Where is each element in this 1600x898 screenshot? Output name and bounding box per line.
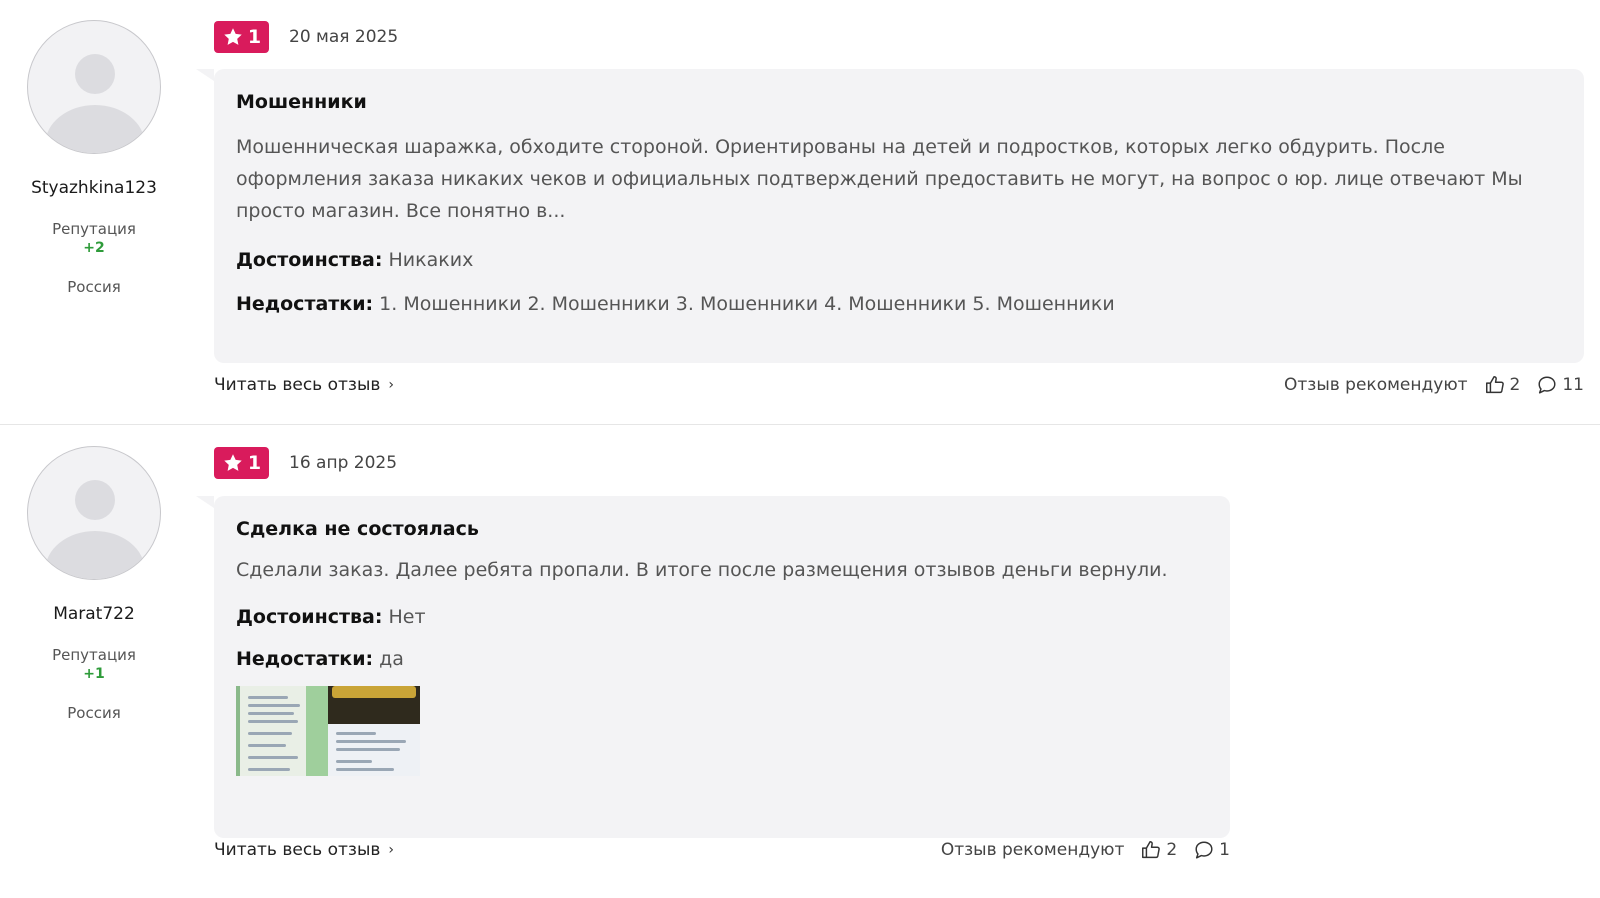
chevron-right-icon: ›	[388, 842, 394, 858]
review-text: Сделали заказ. Далее ребята пропали. В и…	[236, 559, 1168, 581]
avatar[interactable]	[27, 446, 161, 580]
comments-button[interactable]: 1	[1193, 839, 1230, 861]
review-attachments	[236, 686, 1208, 776]
review-footer: Читать весь отзыв › Отзыв рекомендуют 2 …	[214, 838, 1230, 862]
pros-label: Достоинства:	[236, 606, 383, 628]
review-cons: Недостатки: 1. Мошенники 2. Мошенники 3.…	[236, 293, 1562, 315]
rating-badge: 1	[214, 21, 269, 53]
author-username[interactable]: Marat722	[0, 604, 188, 624]
read-full-review-link[interactable]: Читать весь отзыв ›	[214, 840, 394, 860]
star-icon	[224, 28, 242, 45]
review-footer: Читать весь отзыв › Отзыв рекомендуют 2 …	[214, 373, 1584, 397]
comment-count: 11	[1562, 375, 1584, 395]
review-title[interactable]: Мошенники	[236, 91, 1562, 113]
pros-label: Достоинства:	[236, 249, 383, 271]
comments-button[interactable]: 11	[1536, 374, 1584, 396]
read-more-label: Читать весь отзыв	[214, 375, 381, 395]
recommend-label: Отзыв рекомендуют	[940, 840, 1125, 860]
review-card: Сделка не состоялась Сделали заказ. Дале…	[196, 496, 1230, 838]
reputation-value: +1	[83, 666, 105, 682]
chevron-right-icon: ›	[388, 377, 394, 393]
review-actions: Отзыв рекомендуют 2 1	[941, 839, 1230, 861]
thumbs-up-icon	[1142, 841, 1161, 859]
review-item: Styazhkina123 Репутация +2 Россия 1 20 м…	[0, 0, 1600, 425]
cons-text: да	[379, 648, 404, 670]
comment-icon	[1538, 376, 1556, 394]
author-username[interactable]: Styazhkina123	[0, 178, 188, 198]
pros-text: Нет	[388, 606, 426, 628]
like-count: 2	[1509, 375, 1521, 395]
review-pros: Достоинства: Нет	[236, 606, 1208, 628]
like-button[interactable]: 2	[1140, 839, 1177, 861]
review-cons: Недостатки: да	[236, 648, 1208, 670]
read-more-label: Читать весь отзыв	[214, 840, 381, 860]
comment-count: 1	[1219, 840, 1230, 860]
reputation-value: +2	[83, 240, 105, 256]
review-date: 20 мая 2025	[289, 27, 399, 47]
review-text: Мошенническая шаражка, обходите стороной…	[236, 136, 1523, 222]
author-country: Россия	[67, 278, 121, 296]
rating-badge: 1	[214, 447, 269, 479]
like-button[interactable]: 2	[1484, 374, 1521, 396]
review-date: 16 апр 2025	[289, 453, 398, 473]
thumbs-up-icon	[1485, 376, 1504, 394]
rating-value: 1	[247, 26, 262, 48]
avatar[interactable]	[27, 20, 161, 154]
review-meta: 1 20 мая 2025	[214, 21, 398, 53]
review-pros: Достоинства: Никаких	[236, 249, 1562, 271]
comment-icon	[1195, 841, 1213, 859]
pros-text: Никаких	[388, 249, 474, 271]
review-card: Мошенники Мошенническая шаражка, обходит…	[196, 69, 1584, 363]
cons-text: 1. Мошенники 2. Мошенники 3. Мошенники 4…	[379, 293, 1115, 315]
review-item: Marat722 Репутация +1 Россия 1 16 апр 20…	[0, 426, 1600, 898]
review-title[interactable]: Сделка не состоялась	[236, 518, 1208, 540]
review-author: Styazhkina123 Репутация +2 Россия	[0, 20, 188, 296]
read-full-review-link[interactable]: Читать весь отзыв ›	[214, 375, 394, 395]
review-author: Marat722 Репутация +1 Россия	[0, 446, 188, 722]
rating-value: 1	[247, 452, 262, 474]
like-count: 2	[1166, 840, 1178, 860]
star-icon	[224, 454, 242, 471]
reputation-label: Репутация	[52, 646, 136, 664]
reputation-label: Репутация	[52, 220, 136, 238]
attachment-thumbnail[interactable]	[236, 686, 328, 776]
author-country: Россия	[67, 704, 121, 722]
recommend-label: Отзыв рекомендуют	[1284, 375, 1468, 395]
cons-label: Недостатки:	[236, 293, 374, 315]
review-meta: 1 16 апр 2025	[214, 447, 397, 479]
review-actions: Отзыв рекомендуют 2 11	[1284, 374, 1584, 396]
attachment-thumbnail[interactable]	[328, 686, 420, 776]
cons-label: Недостатки:	[236, 648, 374, 670]
